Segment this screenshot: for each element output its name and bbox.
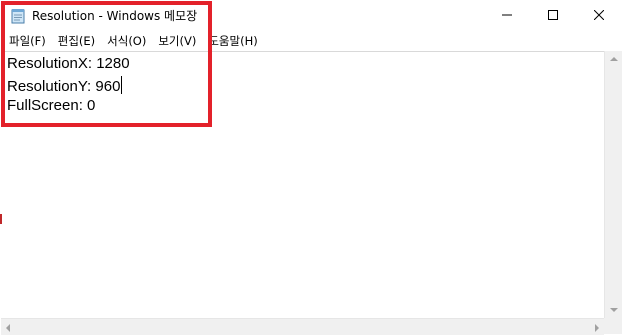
menu-help[interactable]: 도움말(H) (202, 31, 263, 51)
menu-view[interactable]: 보기(V) (152, 31, 202, 51)
edge-mark (0, 214, 2, 224)
menu-bar: 파일(F) 편집(E) 서식(O) 보기(V) 도움말(H) (0, 31, 622, 51)
window-title: Resolution - Windows 메모장 (32, 9, 198, 23)
scrollbar-corner (604, 318, 622, 334)
scroll-up-icon[interactable] (610, 57, 618, 61)
scroll-down-icon[interactable] (610, 308, 618, 312)
horizontal-scrollbar[interactable] (1, 318, 604, 335)
minimize-button[interactable] (484, 0, 530, 31)
minimize-icon (502, 8, 512, 24)
vertical-scrollbar[interactable] (604, 51, 622, 318)
maximize-icon (548, 8, 558, 24)
menu-format[interactable]: 서식(O) (101, 31, 152, 51)
notepad-window: Resolution - Windows 메모장 파일(F) 편집(E) 서식(… (0, 0, 622, 335)
menu-file[interactable]: 파일(F) (0, 31, 52, 51)
menu-edit[interactable]: 편집(E) (52, 31, 101, 51)
text-line: ResolutionY: 960 (7, 78, 121, 95)
title-bar[interactable]: Resolution - Windows 메모장 (0, 0, 622, 31)
text-line: ResolutionX: 1280 (7, 55, 130, 72)
text-editor[interactable]: ResolutionX: 1280 ResolutionY: 960 FullS… (1, 51, 604, 319)
notepad-icon (10, 8, 26, 24)
close-icon (593, 8, 605, 24)
text-line-with-caret: ResolutionY: 960 (7, 76, 123, 95)
close-button[interactable] (576, 0, 622, 31)
text-caret (121, 76, 123, 94)
scroll-right-icon[interactable] (595, 324, 599, 332)
maximize-button[interactable] (530, 0, 576, 31)
text-line: FullScreen: 0 (7, 97, 96, 114)
scroll-left-icon[interactable] (6, 324, 10, 332)
